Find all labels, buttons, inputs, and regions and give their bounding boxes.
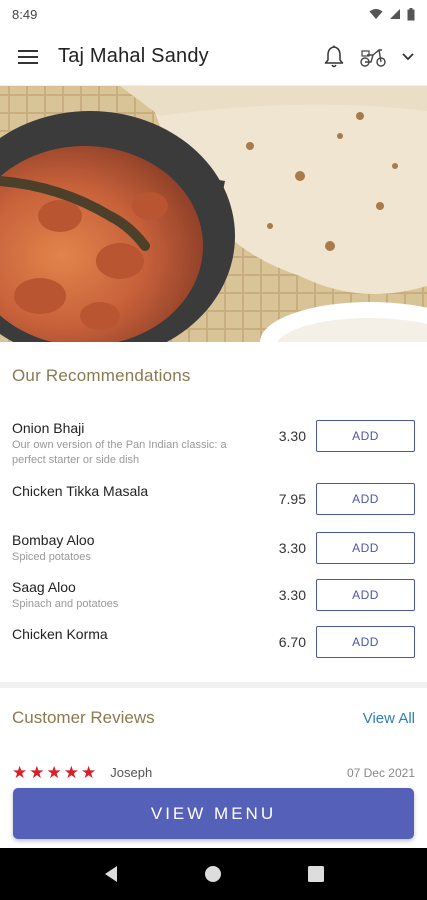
star-icon: ★ [29,763,45,782]
menu-item-name: Saag Aloo [12,579,76,595]
reviews-title: Customer Reviews [12,708,155,727]
battery-icon [407,7,415,20]
menu-item-info: Onion Bhaji Our own version of the Pan I… [12,420,258,468]
menu-item-name: Chicken Tikka Masala [12,483,149,499]
menu-item-info: Chicken Korma [12,626,258,643]
menu-item: Bombay Aloo Spiced potatoes 3.30 ADD [12,532,415,579]
menu-item: Saag Aloo Spinach and potatoes 3.30 ADD [12,579,415,626]
app-bar: Taj Mahal Sandy [0,28,427,86]
menu-item-info: Saag Aloo Spinach and potatoes [12,579,258,612]
home-icon[interactable] [204,865,222,883]
status-time: 8:49 [12,6,38,22]
menu-item-info: Bombay Aloo Spiced potatoes [12,532,258,565]
status-bar: 8:49 [0,0,427,28]
reviews-header: Customer Reviews View All [0,708,427,728]
menu-item-description: Spinach and potatoes [12,598,119,610]
recommendations-list: Onion Bhaji Our own version of the Pan I… [12,420,415,660]
view-menu-button[interactable]: VIEW MENU [13,788,414,839]
add-button[interactable]: ADD [316,626,415,658]
menu-item: Onion Bhaji Our own version of the Pan I… [12,420,415,483]
menu-item-name: Bombay Aloo [12,532,95,548]
view-all-link[interactable]: View All [363,710,415,727]
back-icon[interactable] [103,865,119,883]
system-nav-bar [0,848,427,900]
app-actions [323,45,415,69]
wifi-icon [369,9,383,19]
menu-item-name: Chicken Korma [12,626,108,642]
hero-image [0,86,427,342]
star-icon: ★ [81,763,97,782]
add-button[interactable]: ADD [316,579,415,611]
menu-item-name: Onion Bhaji [12,420,85,436]
menu-item: Chicken Korma 6.70 ADD [12,626,415,660]
menu-item-price: 6.70 [278,634,306,650]
menu-item-price: 3.30 [278,428,306,444]
menu-item-info: Chicken Tikka Masala [12,483,258,500]
app-title: Taj Mahal Sandy [58,45,209,67]
add-button[interactable]: ADD [316,483,415,515]
review-item: ★ ★ ★ ★ ★ Joseph 07 Dec 2021 [0,764,427,781]
menu-item-price: 3.30 [278,540,306,556]
menu-item-price: 7.95 [278,491,306,507]
chevron-down-icon[interactable] [401,52,415,62]
menu-item-description: Our own version of the Pan Indian classi… [12,439,227,466]
menu-icon[interactable] [18,49,38,65]
section-divider [0,682,427,688]
review-date: 07 Dec 2021 [346,765,415,780]
star-icon: ★ [63,763,79,782]
recents-icon[interactable] [308,866,325,882]
add-button[interactable]: ADD [316,532,415,564]
star-rating: ★ ★ ★ ★ ★ [12,764,96,781]
signal-icon [390,9,400,19]
menu-item-description: Spiced potatoes [12,551,91,563]
menu-item-price: 3.30 [278,587,306,603]
add-button[interactable]: ADD [316,420,415,452]
recommendations-section: Our Recommendations Onion Bhaji Our own … [0,366,427,660]
recommendations-title: Our Recommendations [12,366,191,385]
star-icon: ★ [12,763,28,782]
scooter-icon[interactable] [359,46,387,68]
status-icons [369,7,415,21]
menu-item: Chicken Tikka Masala 7.95 ADD [12,483,415,532]
star-icon: ★ [46,763,62,782]
reviewer-name: Joseph [110,765,153,780]
bell-icon[interactable] [323,45,345,69]
